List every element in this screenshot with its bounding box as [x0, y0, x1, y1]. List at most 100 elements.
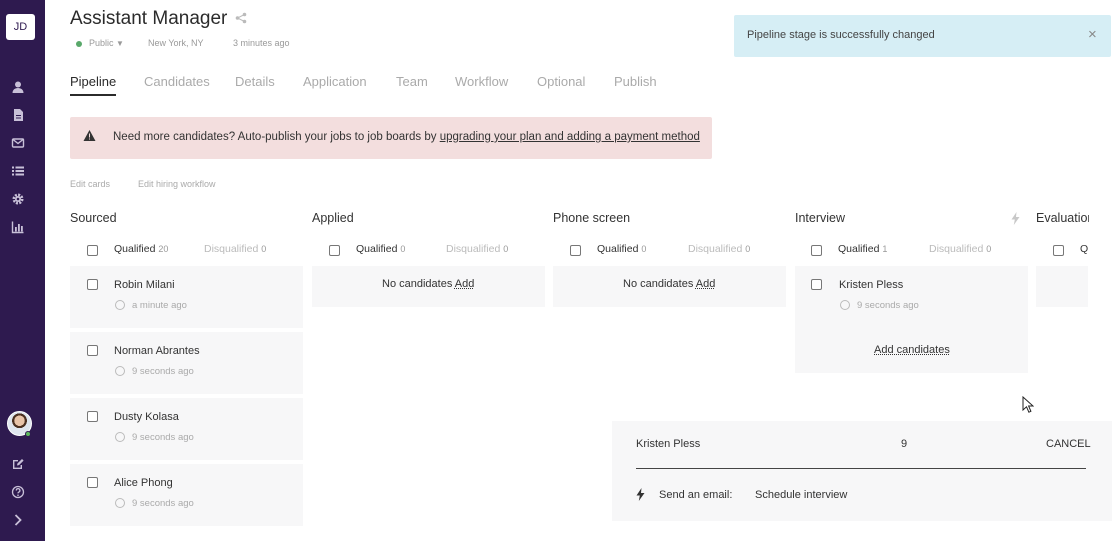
online-status-dot	[25, 431, 31, 437]
clock-icon	[115, 300, 125, 310]
toast-message: Pipeline stage is successfully changed	[747, 29, 935, 41]
upgrade-alert: Need more candidates? Auto-publish your …	[70, 117, 712, 159]
interview-column-body: Kristen Pless 9 seconds ago Add candidat…	[795, 266, 1028, 373]
empty-column-card: No candidates Add	[312, 266, 545, 307]
filter-disqualified-applied[interactable]: Disqualified 0	[446, 243, 508, 255]
empty-column-card: No candidates Add	[553, 266, 786, 307]
column-title-evaluation: Evaluation	[1036, 211, 1089, 225]
qualified-label: Qualified	[838, 243, 880, 255]
select-all-checkbox-sourced[interactable]	[87, 245, 98, 256]
last-updated: 3 minutes ago	[233, 38, 290, 48]
candidate-checkbox[interactable]	[87, 279, 98, 290]
add-candidate-link[interactable]: Add	[455, 278, 475, 290]
chevron-right-icon[interactable]	[11, 513, 25, 527]
candidate-checkbox[interactable]	[87, 411, 98, 422]
active-tab-indicator	[70, 94, 116, 96]
success-toast: Pipeline stage is successfully changed ×	[734, 15, 1111, 57]
qualified-count: 20	[158, 244, 169, 254]
filter-disqualified-phone-screen[interactable]: Disqualified 0	[688, 243, 750, 255]
filter-disqualified-interview[interactable]: Disqualified 0	[929, 243, 991, 255]
filter-qualified-evaluation[interactable]: Q	[1080, 243, 1088, 255]
visibility-dropdown[interactable]: Public ▼	[89, 38, 124, 48]
disqualified-label: Disqualified	[929, 243, 984, 255]
select-all-checkbox-applied[interactable]	[329, 245, 340, 256]
automation-bolt-icon[interactable]	[1011, 212, 1020, 225]
action-value: Schedule interview	[755, 489, 848, 501]
no-candidates-text: No candidates	[382, 278, 453, 290]
candidate-card[interactable]: Alice Phong 9 seconds ago	[70, 464, 303, 526]
empty-message: No candidates Add	[623, 278, 715, 290]
edit-icon[interactable]	[11, 457, 25, 471]
mail-icon[interactable]	[11, 136, 25, 150]
candidate-name[interactable]: Alice Phong	[114, 477, 173, 489]
column-title-sourced: Sourced	[70, 211, 117, 225]
clock-icon	[115, 432, 125, 442]
visibility-label: Public	[89, 38, 114, 48]
candidate-time: a minute ago	[132, 300, 187, 311]
job-location: New York, NY	[148, 38, 204, 48]
upgrade-plan-link[interactable]: upgrading your plan and adding a payment…	[440, 131, 700, 143]
mouse-cursor-icon	[1022, 395, 1035, 414]
select-all-checkbox-evaluation[interactable]	[1053, 245, 1064, 256]
page-title: Assistant Manager	[70, 8, 228, 29]
alert-message: Need more candidates? Auto-publish your …	[113, 131, 700, 143]
column-title-interview: Interview	[795, 211, 846, 225]
user-icon[interactable]	[11, 80, 25, 94]
candidate-name[interactable]: Robin Milani	[114, 279, 175, 291]
candidate-name[interactable]: Kristen Pless	[839, 279, 903, 291]
qualified-count: 0	[400, 244, 406, 254]
column-title-phone-screen: Phone screen	[553, 211, 631, 225]
action-label: Send an email:	[659, 489, 733, 501]
warning-icon	[83, 129, 96, 142]
share-icon[interactable]	[235, 11, 247, 24]
candidate-name[interactable]: Norman Abrantes	[114, 345, 200, 357]
candidate-name[interactable]: Dusty Kolasa	[114, 411, 179, 423]
tab-details[interactable]: Details	[235, 74, 275, 89]
disqualified-count: 0	[261, 244, 267, 254]
evaluation-column-card	[1036, 266, 1088, 307]
select-all-checkbox-phone-screen[interactable]	[570, 245, 581, 256]
tab-publish[interactable]: Publish	[614, 74, 657, 89]
edit-hiring-workflow-link[interactable]: Edit hiring workflow	[138, 179, 216, 189]
tab-candidates[interactable]: Candidates	[144, 74, 210, 89]
filter-qualified-applied[interactable]: Qualified 0	[356, 243, 405, 255]
column-title-applied: Applied	[312, 211, 354, 225]
tab-workflow[interactable]: Workflow	[455, 74, 508, 89]
add-candidate-link[interactable]: Add	[696, 278, 716, 290]
filter-qualified-sourced[interactable]: Qualified 20	[114, 243, 168, 255]
disqualified-count: 0	[745, 244, 751, 254]
qualified-count: 1	[882, 244, 888, 254]
gear-icon[interactable]	[11, 192, 25, 206]
list-icon[interactable]	[11, 164, 25, 178]
candidate-checkbox[interactable]	[87, 345, 98, 356]
candidate-checkbox[interactable]	[811, 279, 822, 290]
candidate-card[interactable]: Norman Abrantes 9 seconds ago	[70, 332, 303, 394]
add-candidates-link[interactable]: Add candidates	[874, 344, 950, 356]
bolt-icon	[636, 488, 645, 501]
clock-icon	[840, 300, 850, 310]
edit-cards-link[interactable]: Edit cards	[70, 179, 110, 189]
filter-qualified-phone-screen[interactable]: Qualified 0	[597, 243, 646, 255]
tab-application[interactable]: Application	[303, 74, 367, 89]
select-all-checkbox-interview[interactable]	[811, 245, 822, 256]
candidate-card[interactable]: Robin Milani a minute ago	[70, 266, 303, 328]
filter-qualified-interview[interactable]: Qualified 1	[838, 243, 887, 255]
candidate-time: 9 seconds ago	[132, 432, 194, 443]
tab-pipeline[interactable]: Pipeline	[70, 74, 116, 89]
cancel-button[interactable]: CANCEL	[1046, 438, 1091, 450]
filter-disqualified-sourced[interactable]: Disqualified 0	[204, 243, 266, 255]
stage-action-panel: Kristen Pless 9 CANCEL Send an email: Sc…	[612, 421, 1112, 521]
tab-optional[interactable]: Optional	[537, 74, 585, 89]
no-candidates-text: No candidates	[623, 278, 694, 290]
document-icon[interactable]	[11, 108, 25, 122]
logo[interactable]: JD	[6, 14, 35, 40]
candidate-time: 9 seconds ago	[857, 300, 919, 311]
sidebar: JD	[0, 0, 45, 541]
candidate-card[interactable]: Dusty Kolasa 9 seconds ago	[70, 398, 303, 460]
chart-icon[interactable]	[11, 220, 25, 234]
tab-team[interactable]: Team	[396, 74, 428, 89]
candidate-checkbox[interactable]	[87, 477, 98, 488]
help-icon[interactable]	[11, 485, 25, 499]
qualified-count: 0	[641, 244, 647, 254]
close-icon[interactable]: ×	[1088, 27, 1097, 43]
